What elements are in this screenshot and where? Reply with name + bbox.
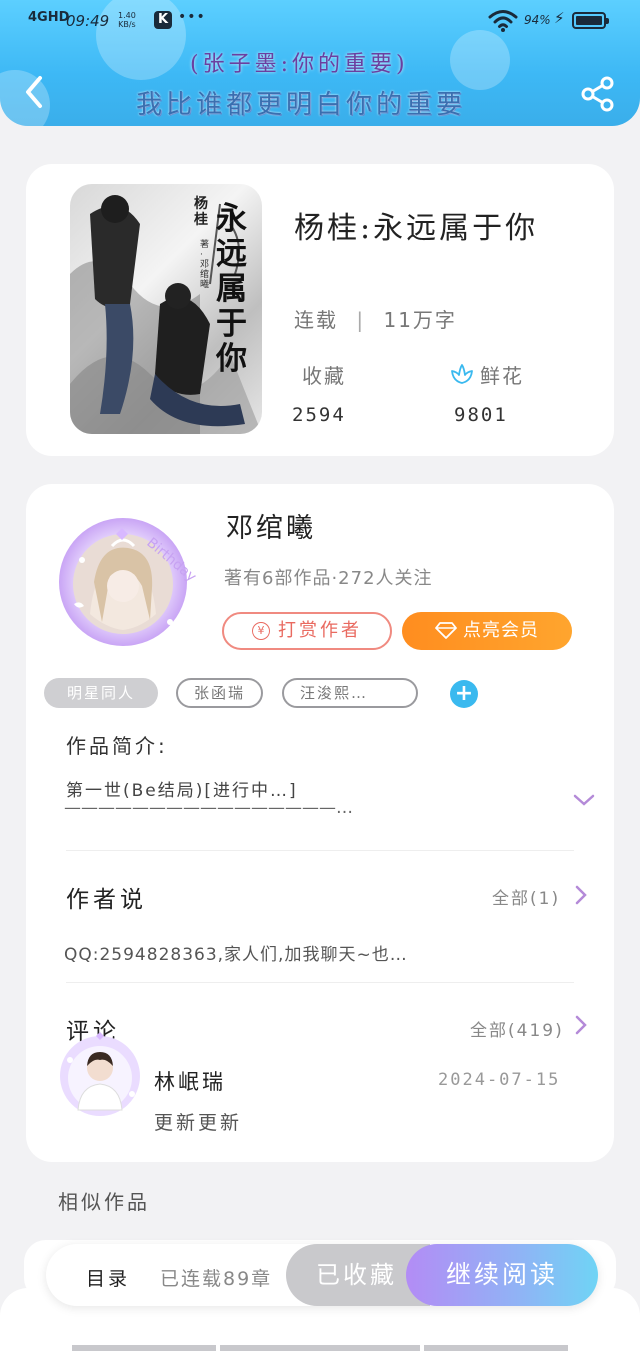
collect-label: 收藏 bbox=[302, 364, 346, 388]
bottom-action-bar: 目录 已连载89章 已收藏 继续阅读 bbox=[46, 1244, 598, 1306]
intro-text-line2: ————————————————… bbox=[64, 798, 353, 818]
battery-icon bbox=[572, 12, 609, 29]
similar-works-title: 相似作品 bbox=[58, 1190, 150, 1214]
commenter-name[interactable]: 林岷瑞 bbox=[154, 1066, 226, 1096]
author-stats: 著有6部作品·272人关注 bbox=[224, 568, 433, 589]
cover-author-note: 著·邓绾曦 bbox=[200, 240, 210, 290]
section-divider bbox=[66, 982, 574, 983]
author-says-all-link[interactable]: 全部(1) bbox=[492, 884, 560, 909]
diamond-icon bbox=[435, 622, 457, 639]
chevron-right-icon[interactable] bbox=[574, 1014, 588, 1036]
tip-author-button[interactable]: ¥ 打赏作者 bbox=[222, 612, 392, 650]
more-notifications-icon: ••• bbox=[178, 9, 206, 25]
intro-title: 作品简介: bbox=[66, 734, 168, 758]
status-bar: 4GHD 09:49 1.40 KB/s K ••• 94% ⚡ bbox=[0, 0, 640, 40]
add-tag-icon[interactable]: + bbox=[450, 680, 478, 708]
book-info-card: 杨桂 永远属于你 著·邓绾曦 杨桂:永远属于你 连载 | 11万字 收藏 259… bbox=[26, 164, 614, 456]
network-speed: 1.40 KB/s bbox=[118, 11, 136, 29]
expand-chevron-down-icon[interactable] bbox=[572, 792, 596, 808]
collect-count: 2594 bbox=[292, 404, 346, 426]
chapters-count: 已连载89章 bbox=[160, 1268, 273, 1290]
network-indicator: 4GHD bbox=[28, 10, 70, 25]
flower-icon bbox=[451, 364, 473, 384]
flower-count: 9801 bbox=[454, 404, 508, 426]
serial-status: 连载 bbox=[294, 308, 338, 332]
speed-unit: KB/s bbox=[118, 20, 136, 29]
section-divider bbox=[66, 850, 574, 851]
vip-button[interactable]: 点亮会员 bbox=[402, 612, 572, 650]
tag-item[interactable]: 明星同人 bbox=[44, 678, 158, 708]
top-header: 4GHD 09:49 1.40 KB/s K ••• 94% ⚡ (张子墨:你的… bbox=[0, 0, 640, 126]
author-name[interactable]: 邓绾曦 bbox=[226, 506, 316, 545]
meta-separator: | bbox=[356, 308, 366, 332]
commenter-avatar-image bbox=[60, 1032, 140, 1116]
cover-author-text: 杨桂 bbox=[194, 196, 208, 228]
nav-hint-bar bbox=[424, 1345, 568, 1351]
speed-value: 1.40 bbox=[118, 11, 136, 20]
yen-coin-icon: ¥ bbox=[252, 622, 270, 640]
wifi-icon bbox=[488, 10, 518, 32]
comment-date: 2024-07-15 bbox=[438, 1070, 561, 1090]
app-k-icon: K bbox=[154, 11, 172, 29]
nav-hint-bar bbox=[220, 1345, 420, 1351]
book-meta: 连载 | 11万字 bbox=[294, 304, 457, 333]
battery-percent: 94% bbox=[524, 13, 551, 27]
share-icon[interactable] bbox=[580, 76, 616, 112]
author-says-title: 作者说 bbox=[66, 887, 147, 913]
tag-item[interactable]: 张函瑞 bbox=[176, 678, 264, 708]
author-info-card: Birthday 邓绾曦 著有6部作品·272人关注 ¥ 打赏作者 点亮会员 明星… bbox=[26, 484, 614, 1162]
avatar-frame: Birthday bbox=[59, 518, 199, 646]
tag-item[interactable]: 汪浚熙… bbox=[282, 678, 418, 708]
chevron-right-icon[interactable] bbox=[574, 884, 588, 906]
status-time: 09:49 bbox=[66, 12, 110, 30]
vip-button-label: 点亮会员 bbox=[463, 620, 539, 641]
tip-author-label: 打赏作者 bbox=[278, 620, 362, 641]
continue-reading-button[interactable]: 继续阅读 bbox=[406, 1244, 598, 1306]
commenter-avatar[interactable] bbox=[56, 1030, 144, 1118]
charging-icon: ⚡ bbox=[554, 9, 565, 27]
toc-button[interactable]: 目录 bbox=[86, 1264, 130, 1291]
banner-text-line1: (张子墨:你的重要) bbox=[190, 52, 409, 77]
word-count: 11万字 bbox=[383, 308, 457, 332]
cover-title-text: 永远属于你 bbox=[216, 201, 247, 377]
flower-label: 鲜花 bbox=[480, 364, 524, 388]
comment-text[interactable]: 更新更新 bbox=[154, 1108, 242, 1135]
author-avatar[interactable]: Birthday bbox=[50, 504, 199, 650]
book-title: 杨桂:永远属于你 bbox=[294, 211, 539, 246]
nav-hint-bar bbox=[72, 1345, 216, 1351]
author-says-text[interactable]: QQ:2594828363,家人们,加我聊天~也… bbox=[64, 940, 408, 965]
book-cover[interactable]: 杨桂 永远属于你 著·邓绾曦 bbox=[70, 184, 262, 434]
comments-all-link[interactable]: 全部(419) bbox=[470, 1016, 564, 1041]
banner-text-line2: 我比谁都更明白你的重要 bbox=[136, 90, 467, 120]
back-arrow-icon[interactable] bbox=[20, 72, 50, 112]
